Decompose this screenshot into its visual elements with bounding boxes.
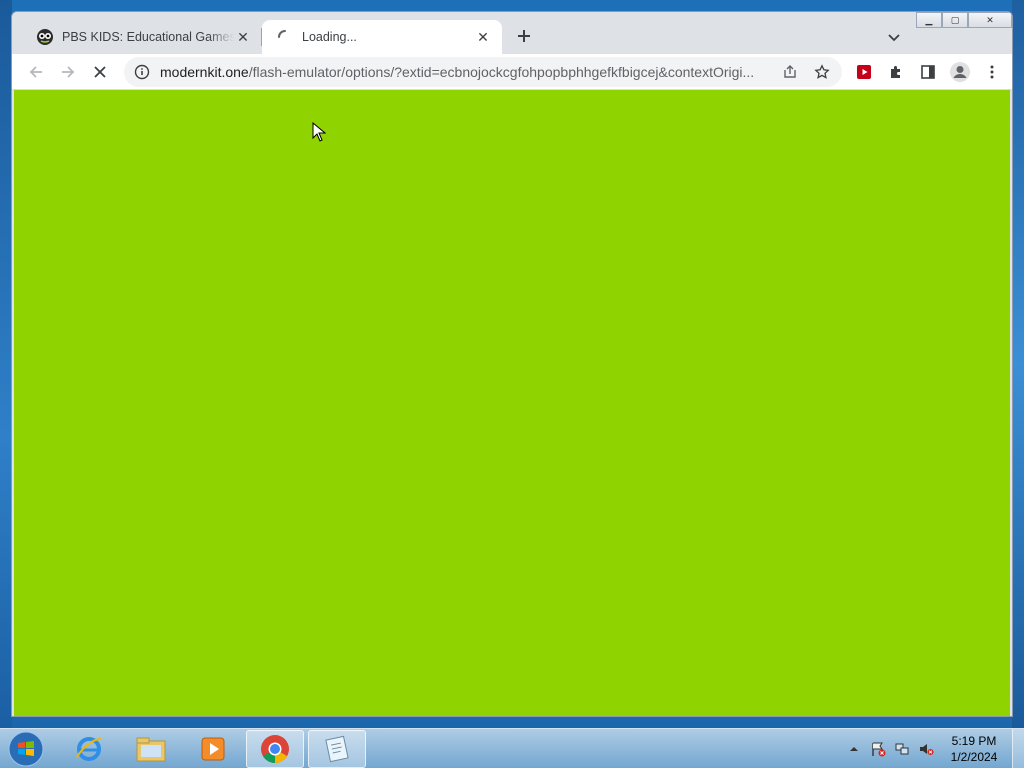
action-center-flag-icon[interactable] [866,737,890,761]
clock-date: 1/2/2024 [950,750,998,764]
chevron-down-icon [888,34,900,42]
close-icon[interactable]: ✕ [474,28,492,46]
pbs-kids-icon [36,28,54,46]
system-tray [842,729,938,768]
share-button[interactable] [774,56,806,88]
arrow-left-icon [29,65,42,78]
close-icon[interactable]: ✕ [234,28,252,46]
url-host: modernkit.one [160,64,249,80]
url-text: modernkit.one/flash-emulator/options/?ex… [160,64,774,80]
notepad-icon[interactable] [308,730,366,768]
page-content[interactable] [14,90,1010,716]
tab-pbs-kids[interactable]: PBS KIDS: Educational Games, Videos ✕ [22,20,262,54]
bookmark-button[interactable] [806,56,838,88]
window-controls: ▁ ▢ ✕ [916,12,1012,28]
chrome-icon[interactable] [246,730,304,768]
loading-spinner-icon [276,28,294,46]
tab-title: PBS KIDS: Educational Games, Videos [62,30,234,44]
browser-toolbar: modernkit.one/flash-emulator/options/?ex… [12,54,1012,90]
kebab-menu-icon [990,65,994,79]
taskbar: 5:19 PM 1/2/2024 [0,728,1024,768]
volume-muted-icon[interactable] [914,737,938,761]
side-panel-button[interactable] [912,56,944,88]
tab-strip: PBS KIDS: Educational Games, Videos ✕ Lo… [12,12,1012,54]
tab-search-button[interactable] [882,25,906,49]
toolbar-actions [848,56,1008,88]
youtube-extension-button[interactable] [848,56,880,88]
internet-explorer-icon[interactable] [60,730,118,768]
minimize-button[interactable]: ▁ [916,12,942,28]
profile-button[interactable] [944,56,976,88]
back-button[interactable] [20,56,52,88]
clock-time: 5:19 PM [951,734,997,748]
side-panel-icon [921,65,935,79]
share-icon [784,65,796,78]
maximize-button[interactable]: ▢ [942,12,968,28]
media-player-icon[interactable] [184,730,242,768]
star-icon [814,64,830,79]
windows-explorer-icon[interactable] [122,730,180,768]
desktop-background-right [1012,0,1024,728]
stop-button[interactable] [84,56,116,88]
avatar-icon [950,62,970,82]
browser-window: PBS KIDS: Educational Games, Videos ✕ Lo… [11,11,1013,717]
tray-expand-icon[interactable] [842,737,866,761]
address-bar[interactable]: modernkit.one/flash-emulator/options/?ex… [124,57,842,87]
network-icon[interactable] [890,737,914,761]
menu-button[interactable] [976,56,1008,88]
start-button[interactable] [4,729,48,768]
arrow-right-icon [62,65,75,78]
tab-loading[interactable]: Loading... ✕ [262,20,502,54]
extensions-button[interactable] [880,56,912,88]
stop-icon [94,65,106,78]
show-desktop-button[interactable] [1012,729,1024,768]
window-close-button[interactable]: ✕ [968,12,1012,28]
new-tab-button[interactable] [512,24,536,48]
tab-title: Loading... [302,30,357,44]
puzzle-icon [891,66,900,78]
plus-icon [518,30,530,42]
mouse-cursor-icon [312,122,326,142]
system-clock[interactable]: 5:19 PM 1/2/2024 [940,733,1008,765]
forward-button[interactable] [52,56,84,88]
youtube-icon [857,65,871,79]
info-icon[interactable] [134,64,150,80]
windows-logo-icon [8,731,44,767]
url-path: /flash-emulator/options/?extid=ecbnojock… [248,64,755,80]
